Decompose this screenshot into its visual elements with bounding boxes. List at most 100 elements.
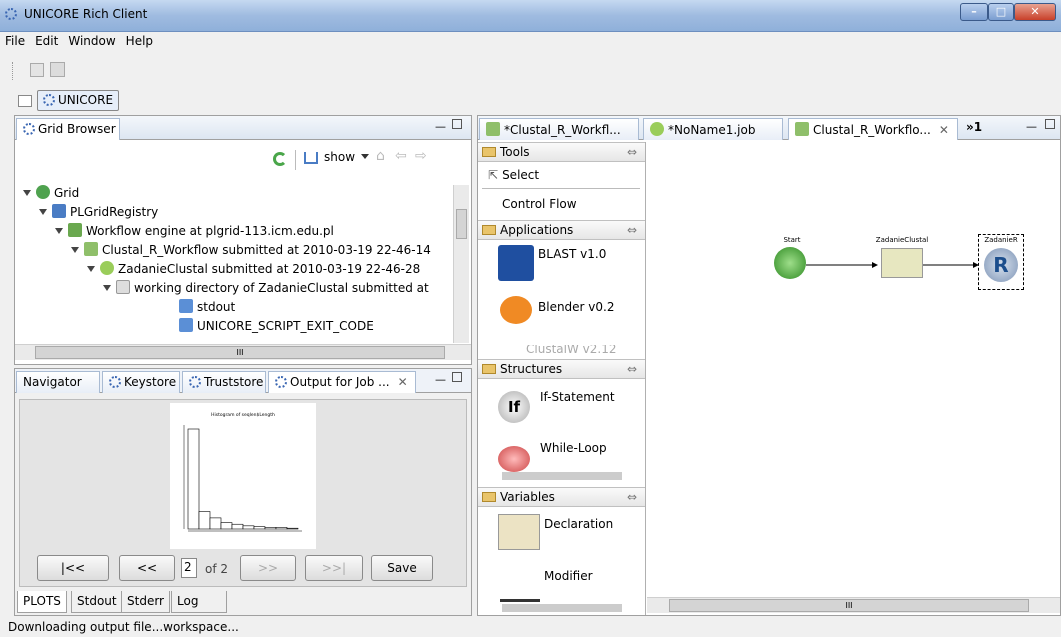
collapse-icon[interactable]: ⇔: [627, 490, 637, 504]
first-page-button[interactable]: |<<: [37, 555, 109, 581]
palette-scroll-down[interactable]: [502, 604, 622, 612]
tree-hscrollbar[interactable]: III: [15, 344, 471, 360]
tab-stderr[interactable]: Stderr: [121, 591, 170, 613]
more-tabs-button[interactable]: »1: [966, 120, 982, 134]
expand-icon[interactable]: [39, 209, 47, 215]
tab-log[interactable]: Log: [171, 591, 227, 613]
maximize-view-icon[interactable]: [452, 119, 462, 129]
menu-window[interactable]: Window: [63, 32, 120, 50]
palette-group-variables[interactable]: Variables ⇔: [478, 487, 645, 507]
workflow-canvas[interactable]: Start ZadanieClustal ZadanieR R: [647, 142, 1060, 597]
tree-node[interactable]: stdout: [179, 299, 235, 318]
zadanie-r-node[interactable]: ZadanieR R: [978, 234, 1024, 290]
palette-group-structures[interactable]: Structures ⇔: [478, 359, 645, 379]
histogram-bar: [209, 517, 222, 530]
collapse-icon[interactable]: ⇔: [627, 223, 637, 237]
tree-node[interactable]: Clustal_R_Workflow submitted at 2010-03-…: [71, 242, 431, 261]
minimize-button[interactable]: –: [960, 3, 988, 21]
tab-plots[interactable]: PLOTS: [17, 591, 67, 613]
expand-icon[interactable]: [103, 285, 111, 291]
minimize-view-icon[interactable]: —: [1026, 120, 1037, 133]
zadanie-clustal-node[interactable]: [881, 248, 923, 278]
tab-output[interactable]: Output for Job ... ✕: [268, 371, 416, 393]
grid-browser-header: Grid Browser —: [15, 116, 471, 140]
expand-icon[interactable]: [71, 247, 79, 253]
tab-stdout[interactable]: Stdout: [71, 591, 123, 613]
tree-vscrollbar[interactable]: [453, 185, 469, 343]
palette-if-statement[interactable]: If-Statement: [540, 390, 615, 404]
node-start-label: Start: [783, 236, 801, 244]
separator: [295, 150, 296, 170]
palette-app-blast[interactable]: BLAST v1.0: [538, 247, 606, 261]
palette-declaration[interactable]: Declaration: [544, 517, 613, 531]
refresh-icon[interactable]: [273, 152, 287, 166]
palette-select[interactable]: ⇱ Select: [488, 168, 539, 182]
collapse-icon[interactable]: ⇔: [627, 145, 637, 159]
save-all-icon[interactable]: [50, 62, 65, 77]
next-page-button[interactable]: >>: [240, 555, 296, 581]
workflow-engine-icon: [68, 223, 82, 237]
maximize-button[interactable]: □: [988, 3, 1014, 21]
file-icon: [179, 299, 193, 313]
close-icon[interactable]: ✕: [939, 123, 949, 137]
tree-node[interactable]: ZadanieClustal submitted at 2010-03-19 2…: [87, 261, 420, 280]
tab-keystore[interactable]: Keystore: [102, 371, 180, 393]
start-node[interactable]: [774, 247, 806, 279]
tree-node[interactable]: Workflow engine at plgrid-113.icm.edu.pl: [55, 223, 334, 242]
palette-app-clustalw[interactable]: ClustalW v2.12: [526, 345, 616, 355]
maximize-view-icon[interactable]: [452, 372, 462, 382]
job-icon: [650, 122, 664, 136]
tree-node[interactable]: PLGridRegistry: [39, 204, 158, 223]
save-button[interactable]: Save: [371, 555, 433, 581]
close-button[interactable]: ✕: [1014, 3, 1056, 21]
tree-node[interactable]: working directory of ZadanieClustal subm…: [103, 280, 429, 299]
expand-icon[interactable]: [55, 228, 63, 234]
collapse-icon[interactable]: ⇔: [627, 362, 637, 376]
tab-editor-clustal-2[interactable]: Clustal_R_Workflo... ✕: [788, 118, 958, 140]
expand-icon[interactable]: [87, 266, 95, 272]
palette-group-applications[interactable]: Applications ⇔: [478, 220, 645, 240]
menu-help[interactable]: Help: [121, 32, 158, 50]
chevron-down-icon[interactable]: [361, 154, 369, 159]
expand-icon[interactable]: [23, 190, 31, 196]
palette-scroll-down[interactable]: [502, 472, 622, 480]
output-bottom-tabs: PLOTS Stdout Stderr Log: [15, 591, 471, 615]
forward-icon[interactable]: ⇨: [415, 148, 427, 164]
menu-file[interactable]: File: [0, 32, 30, 50]
palette-control-flow[interactable]: Control Flow: [502, 197, 577, 211]
palette-modifier[interactable]: Modifier: [544, 569, 593, 583]
tab-editor-noname[interactable]: *NoName1.job: [643, 118, 783, 140]
maximize-view-icon[interactable]: [1045, 119, 1055, 129]
minimize-view-icon[interactable]: —: [435, 373, 446, 386]
save-icon[interactable]: [30, 63, 44, 77]
tab-grid-browser[interactable]: Grid Browser: [16, 118, 120, 140]
canvas-hscrollbar[interactable]: III: [647, 597, 1060, 613]
tree-node-label: ZadanieClustal submitted at 2010-03-19 2…: [118, 262, 421, 276]
grid-icon: [275, 376, 287, 388]
minimize-view-icon[interactable]: —: [435, 120, 446, 133]
scroll-thumb[interactable]: III: [35, 346, 445, 359]
palette-while-loop[interactable]: While-Loop: [540, 441, 607, 455]
palette-group-tools[interactable]: Tools ⇔: [478, 142, 645, 162]
perspective-unicore-button[interactable]: UNICORE: [37, 90, 120, 111]
tab-navigator[interactable]: Navigator: [16, 371, 100, 393]
open-perspective-icon[interactable]: [18, 95, 32, 107]
last-page-button[interactable]: >>|: [305, 555, 363, 581]
home-icon[interactable]: ⌂: [376, 148, 385, 164]
back-icon[interactable]: ⇦: [395, 148, 407, 164]
tab-editor-clustal-1[interactable]: *Clustal_R_Workfl...: [479, 118, 639, 140]
menu-bar: File Edit Window Help: [0, 32, 1061, 52]
close-icon[interactable]: ✕: [398, 375, 408, 389]
prev-page-button[interactable]: <<: [119, 555, 175, 581]
show-dropdown[interactable]: show: [324, 150, 355, 164]
scroll-thumb[interactable]: III: [669, 599, 1029, 612]
menu-edit[interactable]: Edit: [30, 32, 63, 50]
tab-truststore[interactable]: Truststore: [182, 371, 266, 393]
palette-app-blender[interactable]: Blender v0.2: [538, 300, 615, 314]
scroll-thumb[interactable]: [456, 209, 467, 239]
palette: Tools ⇔ ⇱ Select Control Flow Applications…: [478, 142, 646, 615]
folder-icon: [482, 364, 496, 374]
page-input[interactable]: 2: [181, 558, 197, 578]
tree-node[interactable]: UNICORE_SCRIPT_EXIT_CODE: [179, 318, 374, 337]
tree-node[interactable]: Grid: [23, 185, 79, 204]
